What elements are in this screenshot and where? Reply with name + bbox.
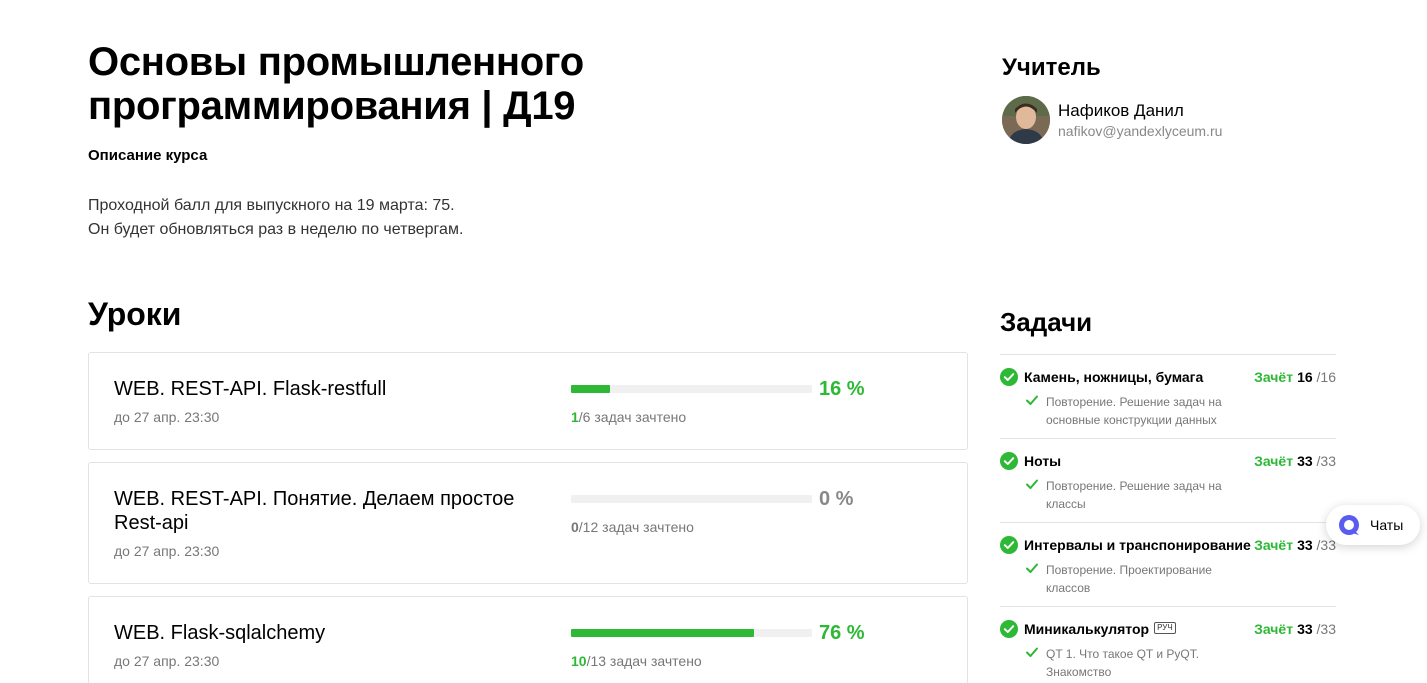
manual-check-badge: РУЧ bbox=[1154, 622, 1176, 634]
task-lesson-name: QT 1. Что такое QT и PyQT. Знакомство bbox=[1046, 647, 1200, 679]
task-title[interactable]: Ноты bbox=[1024, 453, 1061, 469]
task-score-total: /33 bbox=[1316, 453, 1336, 469]
task-title-text[interactable]: Ноты bbox=[1024, 453, 1061, 469]
check-circle-icon bbox=[1000, 536, 1018, 554]
lesson-progress-percent: 76 % bbox=[819, 622, 865, 644]
lesson-progress-fill bbox=[571, 385, 610, 393]
lesson-tasks-done: 0 bbox=[571, 519, 579, 535]
chats-label[interactable]: Чаты bbox=[1370, 517, 1403, 533]
task-title-text[interactable]: Миникалькулятор bbox=[1024, 621, 1149, 637]
task-status: Зачёт bbox=[1254, 537, 1294, 553]
task-score-got: 33 bbox=[1297, 537, 1313, 553]
lesson-card[interactable]: WEB. Flask-sqlalchemy до 27 апр. 23:30 7… bbox=[88, 596, 968, 683]
check-icon bbox=[1026, 563, 1038, 573]
lesson-tasks-count: 1/6 задач зачтено bbox=[571, 409, 686, 425]
task-score-got: 33 bbox=[1297, 621, 1313, 637]
check-icon bbox=[1026, 479, 1038, 489]
task-score-total: /33 bbox=[1316, 621, 1336, 637]
course-title: Основы промышленного программирования | … bbox=[88, 40, 584, 128]
task-lesson-name: Повторение. Проектирование классов bbox=[1046, 563, 1212, 595]
task-title[interactable]: Миникалькулятор РУЧ bbox=[1024, 621, 1176, 637]
task-score-got: 33 bbox=[1297, 453, 1313, 469]
lesson-progress-bar bbox=[571, 385, 812, 393]
lesson-deadline: до 27 апр. 23:30 bbox=[114, 409, 220, 425]
teacher-heading: Учитель bbox=[1002, 54, 1101, 81]
check-circle-icon bbox=[1000, 620, 1018, 638]
lesson-tasks-done: 10 bbox=[571, 653, 587, 669]
lesson-title[interactable]: WEB. REST-API. Flask-restfull bbox=[114, 377, 534, 401]
task-score: Зачёт 33 /33 bbox=[1254, 621, 1336, 637]
lessons-heading: Уроки bbox=[88, 296, 182, 332]
task-item[interactable]: Интервалы и транспонирование Зачёт 33 /33… bbox=[1000, 522, 1336, 606]
lesson-card[interactable]: WEB. REST-API. Flask-restfull до 27 апр.… bbox=[88, 352, 968, 450]
lesson-tasks-count: 10/13 задач зачтено bbox=[571, 653, 702, 669]
task-title[interactable]: Камень, ножницы, бумага bbox=[1024, 369, 1203, 385]
lesson-deadline: до 27 апр. 23:30 bbox=[114, 543, 220, 559]
task-score-got: 16 bbox=[1297, 369, 1313, 385]
course-description: Проходной балл для выпускного на 19 март… bbox=[88, 194, 463, 242]
lesson-progress-bar bbox=[571, 495, 812, 503]
task-status: Зачёт bbox=[1254, 369, 1294, 385]
task-title-text[interactable]: Камень, ножницы, бумага bbox=[1024, 369, 1203, 385]
lesson-tasks-count: 0/12 задач зачтено bbox=[571, 519, 694, 535]
lesson-progress-fill bbox=[571, 629, 755, 637]
task-status: Зачёт bbox=[1254, 621, 1294, 637]
task-score-total: /16 bbox=[1316, 369, 1336, 385]
chat-bubble-icon bbox=[1339, 515, 1359, 535]
tasks-heading: Задачи bbox=[1000, 307, 1093, 337]
lesson-progress-bar bbox=[571, 629, 812, 637]
lesson-progress-percent: 16 % bbox=[819, 378, 865, 400]
lesson-deadline: до 27 апр. 23:30 bbox=[114, 653, 220, 669]
teacher-email[interactable]: nafikov@yandexlyceum.ru bbox=[1058, 123, 1222, 139]
description-line: Он будет обновляться раз в неделю по чет… bbox=[88, 221, 464, 238]
task-score: Зачёт 33 /33 bbox=[1254, 453, 1336, 469]
course-description-label: Описание курса bbox=[88, 147, 208, 164]
task-score: Зачёт 33 /33 bbox=[1254, 537, 1336, 553]
task-lesson-name: Повторение. Решение задач на основные ко… bbox=[1046, 395, 1222, 427]
check-icon bbox=[1026, 395, 1038, 405]
task-lesson-name: Повторение. Решение задач на классы bbox=[1046, 479, 1222, 511]
lesson-tasks-total: /6 задач зачтено bbox=[578, 409, 687, 425]
teacher-avatar[interactable] bbox=[1002, 96, 1050, 144]
check-circle-icon bbox=[1000, 452, 1018, 470]
lesson-tasks-total: /13 задач зачтено bbox=[586, 653, 702, 669]
chats-button[interactable]: Чаты bbox=[1326, 505, 1420, 545]
lesson-tasks-total: /12 задач зачтено bbox=[578, 519, 694, 535]
check-icon bbox=[1026, 647, 1038, 657]
description-line: Проходной балл для выпускного на 19 март… bbox=[88, 197, 455, 214]
check-circle-icon bbox=[1000, 368, 1018, 386]
teacher-name[interactable]: Нафиков Данил bbox=[1058, 101, 1184, 121]
lesson-progress-percent: 0 % bbox=[819, 488, 854, 510]
task-title[interactable]: Интервалы и транспонирование bbox=[1024, 537, 1251, 553]
task-status: Зачёт bbox=[1254, 453, 1294, 469]
task-item[interactable]: Миникалькулятор РУЧ Зачёт 33 /33 QT 1. Что… bbox=[1000, 606, 1336, 683]
task-title-text[interactable]: Интервалы и транспонирование bbox=[1024, 537, 1251, 553]
lesson-title[interactable]: WEB. Flask-sqlalchemy bbox=[114, 621, 534, 645]
lesson-tasks-done: 1 bbox=[571, 409, 579, 425]
lesson-title[interactable]: WEB. REST-API. Понятие. Делаем простое R… bbox=[114, 487, 534, 535]
task-item[interactable]: Камень, ножницы, бумага Зачёт 16 /16 Повт… bbox=[1000, 354, 1336, 438]
task-item[interactable]: Ноты Зачёт 33 /33 Повторение. Решение зад… bbox=[1000, 438, 1336, 522]
task-score: Зачёт 16 /16 bbox=[1254, 369, 1336, 385]
lesson-card[interactable]: WEB. REST-API. Понятие. Делаем простое R… bbox=[88, 462, 968, 584]
